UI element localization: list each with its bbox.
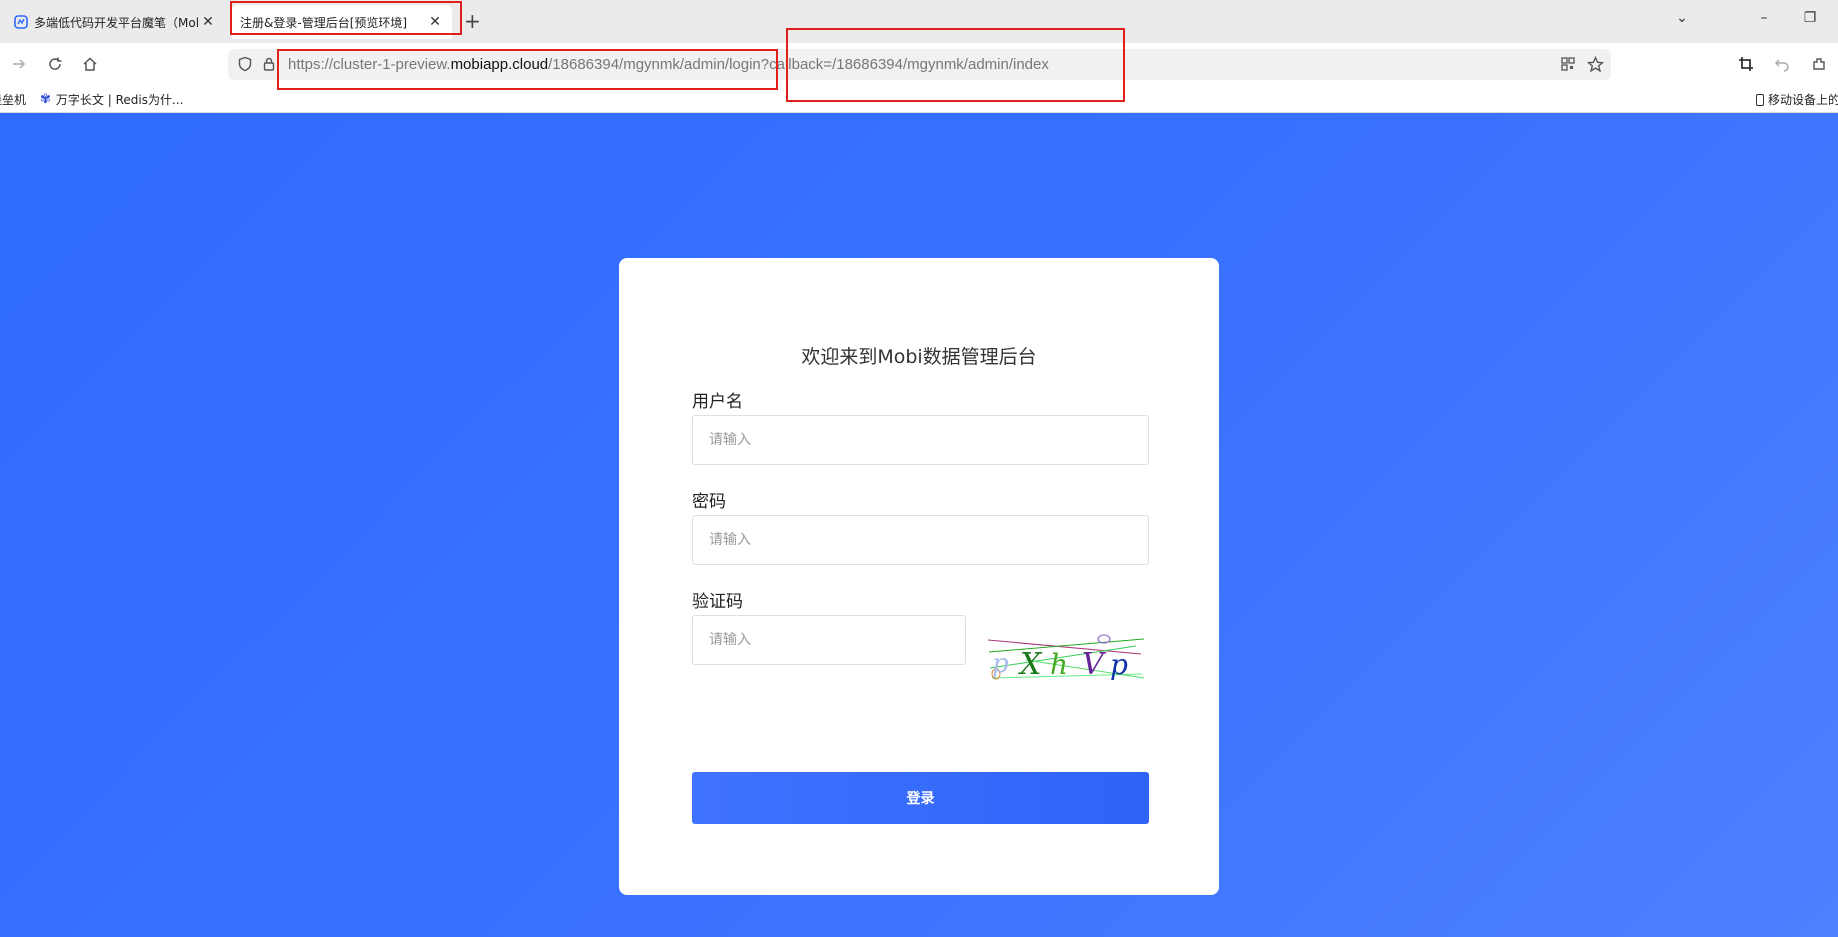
tab-list-chevron-icon[interactable]: ⌄: [1672, 10, 1692, 26]
extensions-icon[interactable]: [1808, 53, 1830, 75]
tab-label: 注册&登录-管理后台[预览环境]: [240, 15, 408, 30]
username-label: 用户名: [692, 392, 743, 412]
captcha-image[interactable]: p X h V p: [986, 630, 1146, 686]
login-page: 欢迎来到Mobi数据管理后台 用户名 密码 验证码 p X h V p 登录: [0, 113, 1838, 937]
bookmark-item[interactable]: 堡垒机: [0, 91, 26, 108]
navigation-bar: https://cluster-1-preview.mobiapp.cloud/…: [0, 43, 1838, 86]
svg-text:V: V: [1082, 647, 1107, 682]
login-title: 欢迎来到Mobi数据管理后台: [801, 346, 1037, 368]
bookmark-item[interactable]: ✾ 万字长文 | Redis为什...: [40, 91, 183, 108]
url-host: mobiapp.cloud: [450, 56, 549, 73]
bookmark-label: 堡垒机: [0, 93, 27, 107]
site-favicon-icon: [14, 15, 28, 29]
password-label: 密码: [692, 492, 726, 512]
address-bar[interactable]: https://cluster-1-preview.mobiapp.cloud/…: [228, 49, 1611, 80]
tab-bar: 多端低代码开发平台魔笔（Mol ✕ 注册&登录-管理后台[预览环境] ✕ + ⌄…: [0, 0, 1838, 43]
captcha-label: 验证码: [692, 592, 743, 612]
svg-text:h: h: [1050, 648, 1068, 681]
minimize-window-icon[interactable]: –: [1754, 10, 1774, 26]
close-tab-icon[interactable]: ✕: [199, 13, 217, 31]
forward-icon[interactable]: [8, 53, 30, 75]
login-button[interactable]: 登录: [692, 772, 1149, 824]
login-card: 欢迎来到Mobi数据管理后台 用户名 密码 验证码 p X h V p 登录: [619, 258, 1219, 895]
bookmark-star-icon[interactable]: [1584, 53, 1606, 75]
url-path: /18686394/mgynmk/admin/login?callback=/1…: [548, 56, 1049, 73]
url-text[interactable]: https://cluster-1-preview.mobiapp.cloud/…: [288, 56, 1049, 73]
shield-icon[interactable]: [234, 53, 256, 75]
restore-window-icon[interactable]: ❐: [1800, 10, 1820, 26]
tab-lowcode-platform[interactable]: 多端低代码开发平台魔笔（Mol ✕: [0, 5, 225, 39]
svg-text:p: p: [992, 649, 1009, 679]
username-input[interactable]: [692, 415, 1149, 465]
url-prefix: https://cluster-1-preview.: [288, 56, 451, 73]
crop-screenshot-icon[interactable]: [1735, 53, 1757, 75]
tab-admin-login[interactable]: 注册&登录-管理后台[预览环境] ✕: [232, 5, 452, 39]
mobile-bookmarks[interactable]: 移动设备上的: [1756, 91, 1838, 108]
svg-text:p: p: [1110, 648, 1128, 681]
bookmark-label: 移动设备上的: [1768, 93, 1838, 107]
svg-text:X: X: [1018, 647, 1043, 682]
password-input[interactable]: [692, 515, 1149, 565]
bookmark-label: 万字长文 | Redis为什...: [55, 93, 184, 107]
lock-icon[interactable]: [258, 53, 280, 75]
close-tab-icon[interactable]: ✕: [426, 13, 444, 31]
undo-icon[interactable]: [1771, 53, 1793, 75]
mobile-device-icon: [1756, 93, 1764, 106]
paw-icon: ✾: [40, 92, 51, 107]
reload-icon[interactable]: [44, 53, 66, 75]
captcha-input[interactable]: [692, 615, 966, 665]
home-icon[interactable]: [79, 53, 101, 75]
new-tab-button[interactable]: +: [464, 11, 481, 31]
tab-label: 多端低代码开发平台魔笔（Mol: [34, 15, 199, 30]
qr-code-icon[interactable]: [1557, 53, 1579, 75]
bookmarks-bar: 堡垒机 ✾ 万字长文 | Redis为什... 移动设备上的: [0, 86, 1838, 113]
